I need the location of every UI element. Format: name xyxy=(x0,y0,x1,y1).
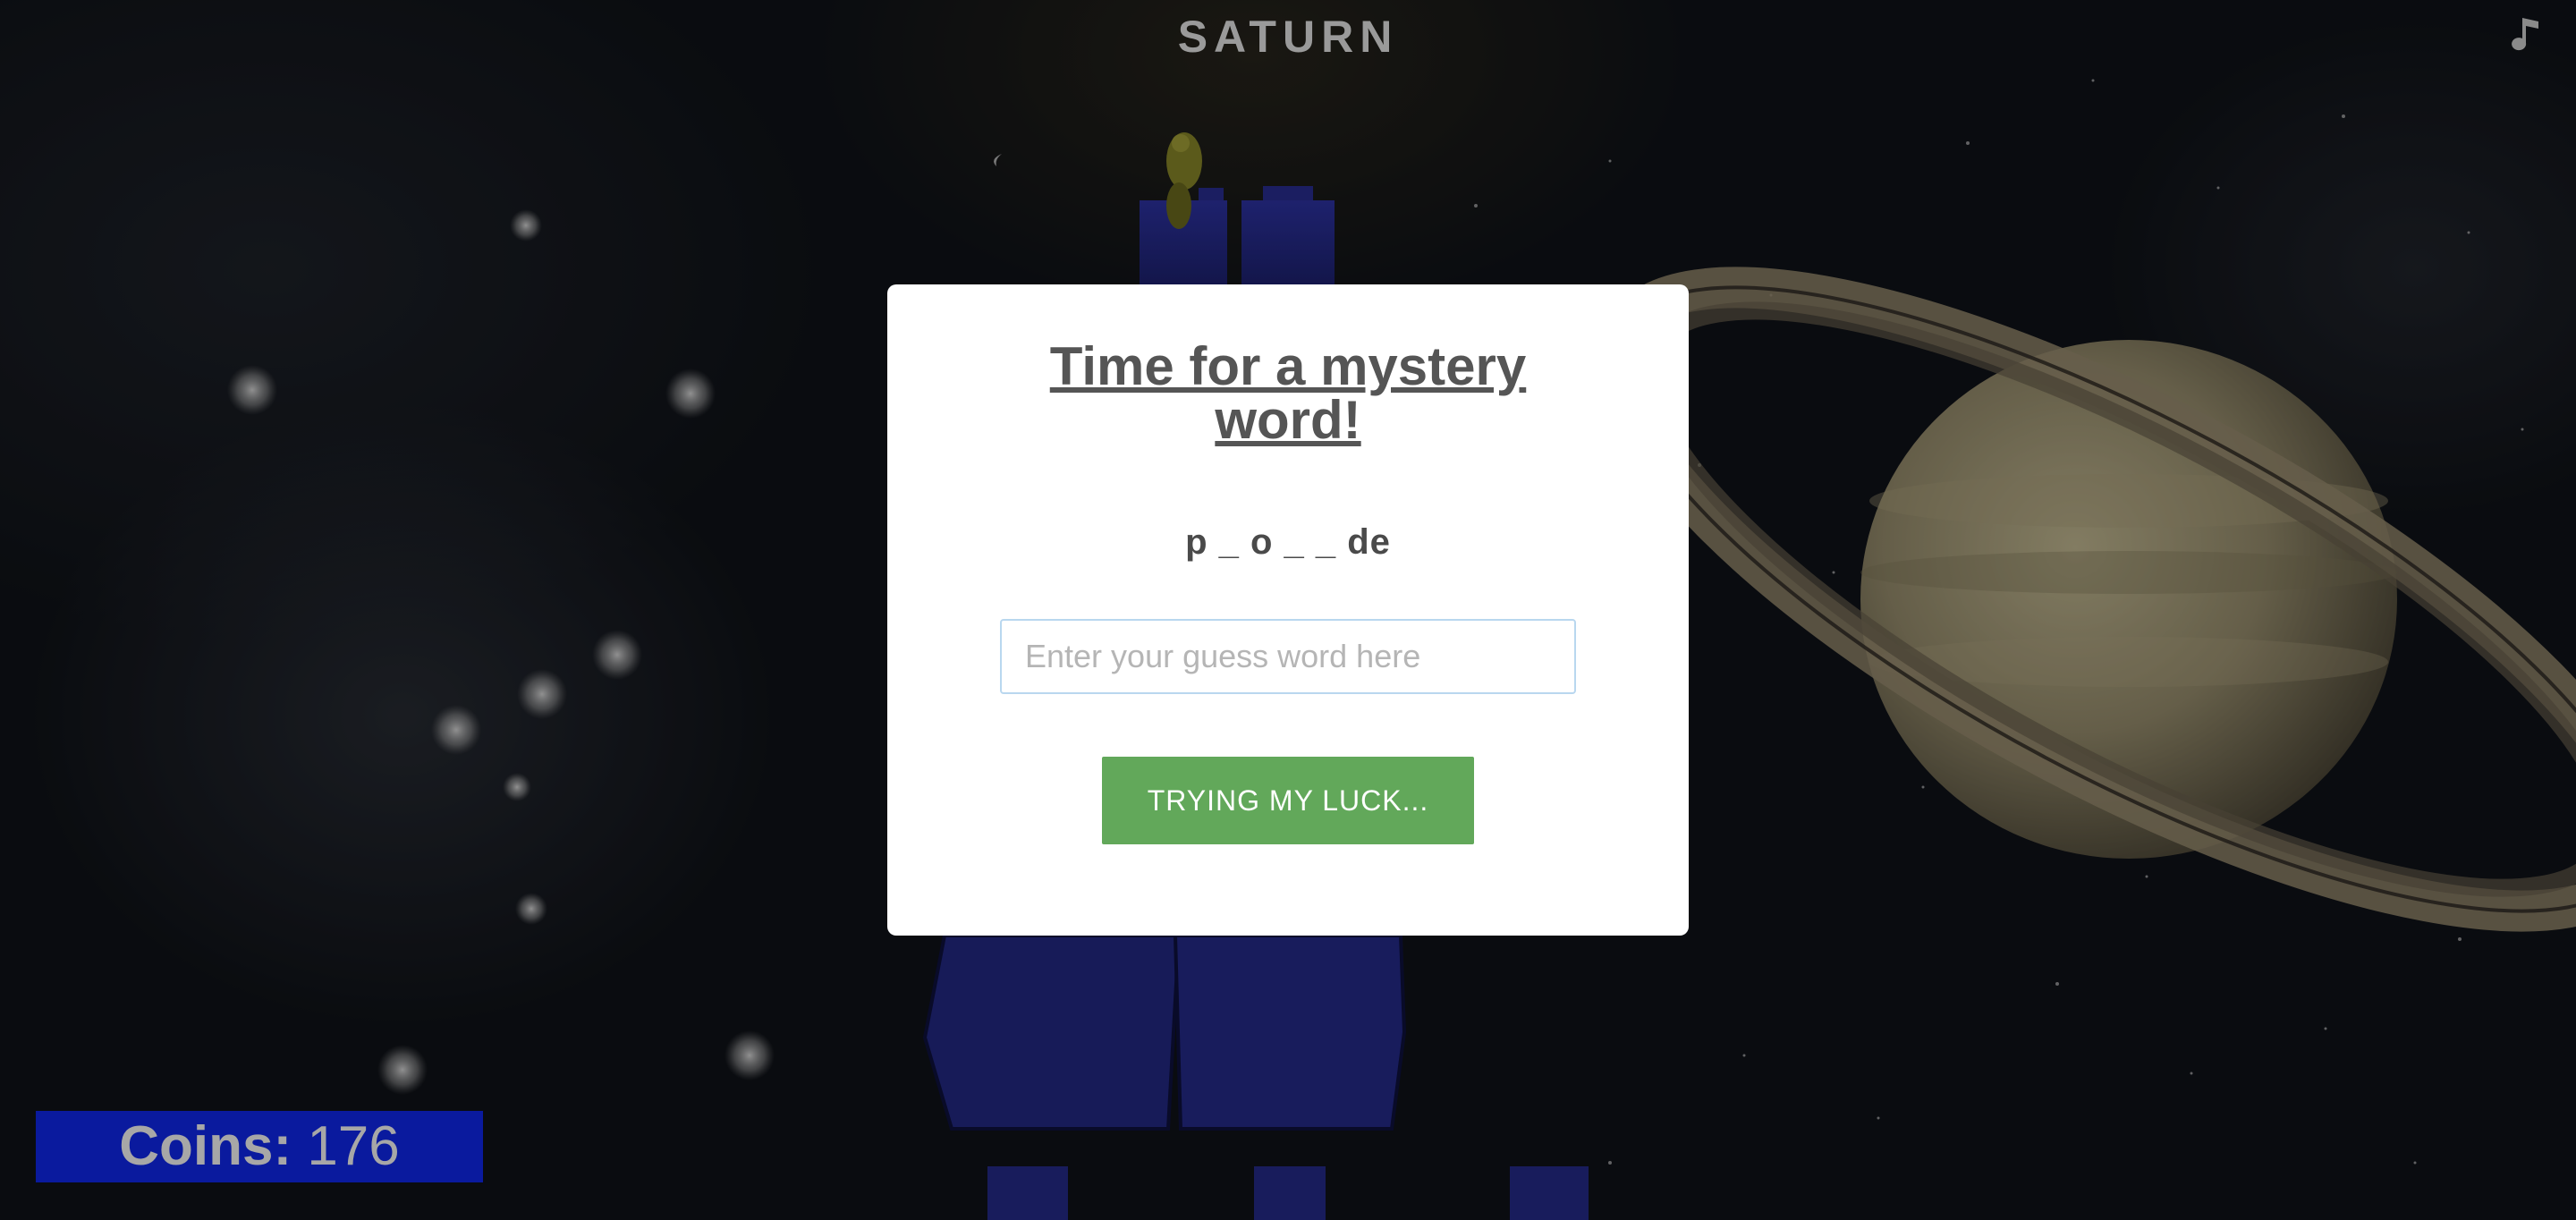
mystery-word-hint: p _ o _ _ de xyxy=(1185,522,1391,562)
guess-word-input[interactable] xyxy=(1000,619,1576,694)
coins-value: 176 xyxy=(307,1115,400,1177)
coins-label: Coins: xyxy=(119,1115,292,1177)
music-note-icon[interactable] xyxy=(2512,16,2547,55)
dialog-title: Time for a mystery word! xyxy=(1049,336,1527,450)
coins-counter: Coins: 176 xyxy=(36,1111,483,1182)
mystery-word-dialog: Time for a mystery word! p _ o _ _ de TR… xyxy=(887,284,1689,936)
try-luck-button[interactable]: TRYING MY LUCK... xyxy=(1102,757,1474,844)
game-scene: SATURN Time for a mystery word! p _ o _ … xyxy=(0,0,2576,1220)
level-title: SATURN xyxy=(1177,12,1399,62)
